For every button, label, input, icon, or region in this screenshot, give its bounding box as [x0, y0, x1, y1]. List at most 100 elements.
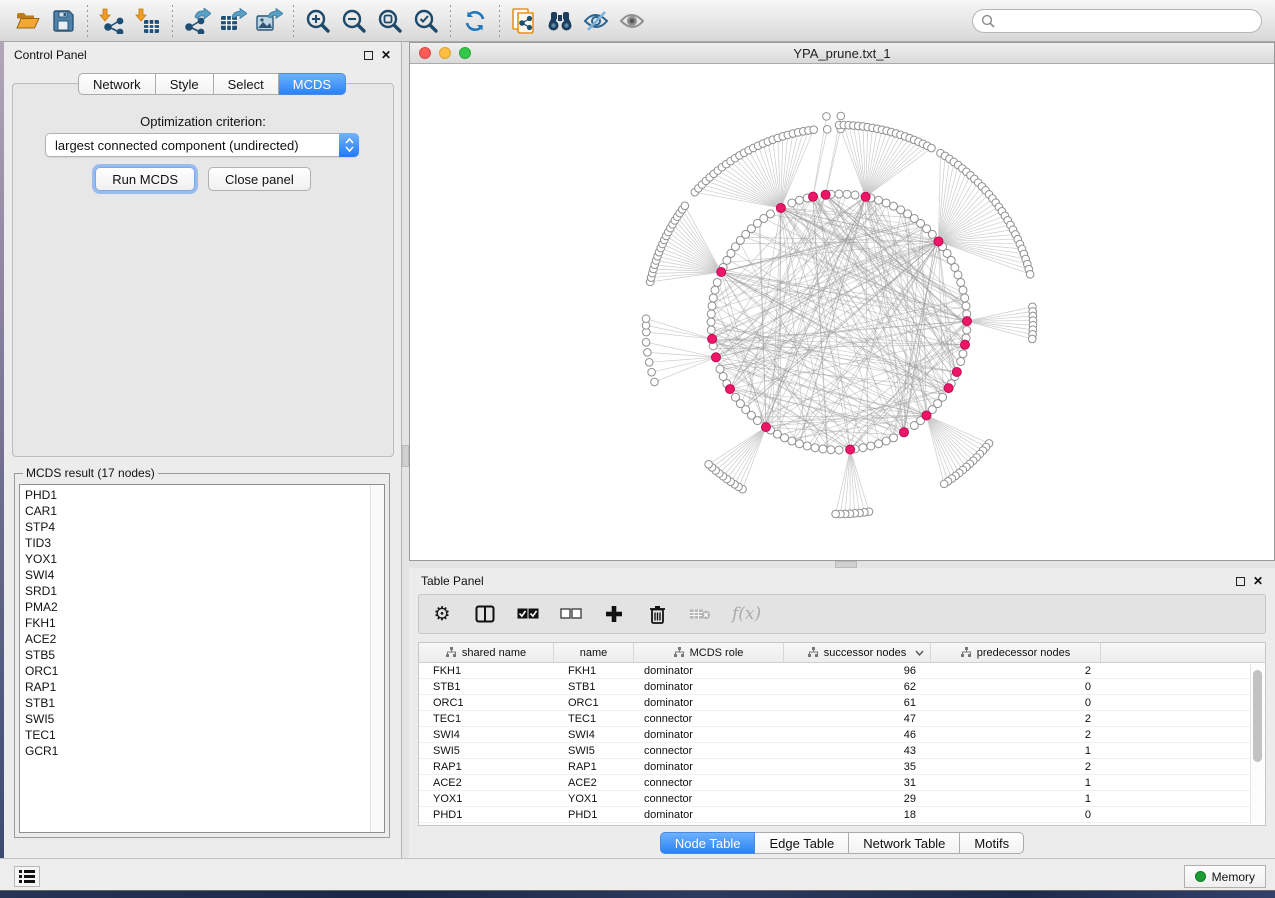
graph-node[interactable]: [827, 446, 835, 454]
table-cell[interactable]: 47: [784, 713, 931, 725]
table-row[interactable]: SWI5SWI5connector431: [419, 743, 1265, 759]
graph-node[interactable]: [708, 302, 716, 310]
table-cell[interactable]: TEC1: [554, 713, 634, 725]
graph-mcds-hub-node[interactable]: [809, 192, 818, 201]
graph-leaf-node[interactable]: [837, 112, 845, 120]
add-column-button[interactable]: [603, 601, 625, 627]
graph-node[interactable]: [731, 393, 739, 401]
graph-node[interactable]: [711, 286, 719, 294]
graph-mcds-hub-node[interactable]: [952, 368, 961, 377]
import-table-button[interactable]: [130, 3, 166, 39]
graph-node[interactable]: [795, 440, 803, 448]
float-panel-icon[interactable]: [1236, 577, 1245, 586]
column-header-name[interactable]: name: [554, 643, 634, 662]
table-cell[interactable]: 0: [931, 681, 1101, 693]
graph-node[interactable]: [819, 445, 827, 453]
splitter-grip[interactable]: [402, 445, 409, 467]
graph-mcds-hub-node[interactable]: [776, 203, 785, 212]
graph-node[interactable]: [707, 326, 715, 334]
graph-node[interactable]: [959, 286, 967, 294]
table-cell[interactable]: 29: [784, 793, 931, 805]
table-cell[interactable]: 43: [784, 745, 931, 757]
mcds-result-item[interactable]: PMA2: [25, 599, 384, 615]
table-cell[interactable]: FKH1: [554, 665, 634, 677]
table-cell[interactable]: connector: [634, 713, 784, 725]
splitter-grip[interactable]: [835, 561, 857, 568]
graph-leaf-node[interactable]: [705, 460, 713, 468]
graph-node[interactable]: [867, 442, 875, 450]
mcds-result-item[interactable]: SWI4: [25, 567, 384, 583]
table-cell[interactable]: ORC1: [554, 697, 634, 709]
refresh-layout-button[interactable]: [457, 3, 493, 39]
table-cell[interactable]: 2: [931, 761, 1101, 773]
delete-table-button[interactable]: [689, 601, 711, 627]
tab-motifs[interactable]: Motifs: [960, 832, 1024, 854]
horizontal-splitter[interactable]: [409, 561, 1275, 568]
graph-leaf-node[interactable]: [648, 368, 656, 376]
table-cell[interactable]: ACE2: [419, 777, 554, 789]
memory-status-button[interactable]: Memory: [1184, 865, 1266, 888]
graph-node[interactable]: [719, 372, 727, 380]
graph-leaf-node[interactable]: [645, 359, 653, 367]
graph-node[interactable]: [963, 326, 971, 334]
graph-leaf-node[interactable]: [1026, 271, 1034, 279]
graph-mcds-hub-node[interactable]: [708, 334, 717, 343]
graph-mcds-hub-node[interactable]: [962, 317, 971, 326]
save-session-button[interactable]: [45, 3, 81, 39]
zoom-out-button[interactable]: [336, 3, 372, 39]
graph-mcds-hub-node[interactable]: [922, 411, 931, 420]
table-row[interactable]: TEC1TEC1connector472: [419, 711, 1265, 727]
graph-node[interactable]: [928, 230, 936, 238]
table-cell[interactable]: 1: [931, 777, 1101, 789]
graph-leaf-node[interactable]: [940, 480, 948, 488]
graph-mcds-hub-node[interactable]: [934, 237, 943, 246]
mcds-result-list[interactable]: PHD1CAR1STP4TID3YOX1SWI4SRD1PMA2FKH1ACE2…: [19, 484, 385, 833]
table-cell[interactable]: 2: [931, 729, 1101, 741]
table-cell[interactable]: ACE2: [554, 777, 634, 789]
table-cell[interactable]: 1: [931, 793, 1101, 805]
graph-node[interactable]: [835, 446, 843, 454]
graph-mcds-hub-node[interactable]: [717, 267, 726, 276]
table-cell[interactable]: 18: [784, 809, 931, 821]
mcds-result-item[interactable]: RAP1: [25, 679, 384, 695]
mcds-result-item[interactable]: STB5: [25, 647, 384, 663]
graph-mcds-hub-node[interactable]: [821, 190, 830, 199]
graph-node[interactable]: [835, 190, 843, 198]
table-row[interactable]: FKH1FKH1dominator962: [419, 663, 1265, 679]
search-network-button[interactable]: [542, 3, 578, 39]
table-cell[interactable]: dominator: [634, 809, 784, 821]
graph-node[interactable]: [811, 444, 819, 452]
graph-node[interactable]: [713, 278, 721, 286]
graph-leaf-node[interactable]: [1028, 335, 1036, 343]
mcds-result-item[interactable]: TID3: [25, 535, 384, 551]
table-cell[interactable]: SWI4: [554, 729, 634, 741]
table-row[interactable]: SWI4SWI4dominator462: [419, 727, 1265, 743]
graph-node[interactable]: [843, 190, 851, 198]
table-cell[interactable]: 62: [784, 681, 931, 693]
table-cell[interactable]: YOX1: [554, 793, 634, 805]
tab-node-table[interactable]: Node Table: [660, 832, 756, 854]
import-network-button[interactable]: [94, 3, 130, 39]
network-graph[interactable]: [410, 64, 1274, 560]
graph-mcds-hub-node[interactable]: [899, 428, 908, 437]
graph-mcds-hub-node[interactable]: [944, 384, 953, 393]
graph-leaf-node[interactable]: [823, 113, 831, 121]
table-cell[interactable]: FKH1: [419, 665, 554, 677]
column-header-shared-name[interactable]: shared name: [419, 643, 554, 662]
table-scrollbar-thumb[interactable]: [1253, 670, 1262, 762]
table-cell[interactable]: dominator: [634, 681, 784, 693]
graph-node[interactable]: [875, 440, 883, 448]
float-panel-icon[interactable]: [364, 51, 373, 60]
graph-node[interactable]: [788, 199, 796, 207]
graph-node[interactable]: [851, 191, 859, 199]
zoom-in-button[interactable]: [300, 3, 336, 39]
graph-mcds-hub-node[interactable]: [761, 423, 770, 432]
search-input[interactable]: [1000, 14, 1253, 28]
select-all-rows-button[interactable]: [517, 601, 539, 627]
open-session-button[interactable]: [9, 3, 45, 39]
tab-mcds[interactable]: MCDS: [279, 73, 346, 95]
graph-node[interactable]: [859, 444, 867, 452]
graph-node[interactable]: [954, 271, 962, 279]
graph-node[interactable]: [959, 350, 967, 358]
graph-node[interactable]: [961, 294, 969, 302]
